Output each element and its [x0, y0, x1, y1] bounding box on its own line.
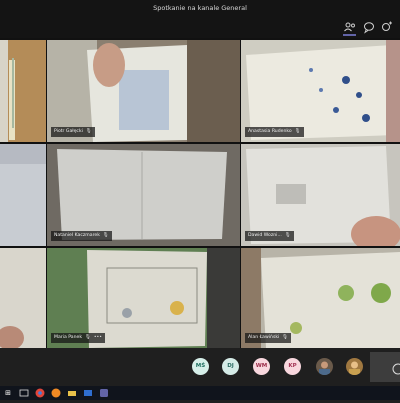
video-tile[interactable]: Maria Panek 🎙 •••: [47, 248, 240, 348]
mic-icon: 🎙: [85, 335, 91, 340]
participant-name: Anastasia Rudenko: [248, 129, 292, 134]
video-tile[interactable]: Anastasia Rudenko 🎙: [241, 40, 400, 142]
participant-name: Maria Panek: [54, 335, 82, 340]
avatar-photo[interactable]: [316, 358, 333, 375]
start-icon[interactable]: ⊞: [2, 387, 14, 399]
video-tile[interactable]: [0, 144, 46, 246]
participant-nametag: Nataniel Kaczmarek 🎙: [51, 231, 112, 241]
active-tab-indicator: [343, 34, 356, 36]
mail-icon[interactable]: [82, 387, 94, 399]
participant-nametag: Maria Panek 🎙 •••: [51, 333, 105, 343]
video-tile[interactable]: [0, 248, 46, 348]
video-tile[interactable]: Dawid Wozni... 🎙: [241, 144, 400, 246]
avatar-initials: DJ: [227, 363, 234, 369]
participants-icon[interactable]: [343, 20, 357, 34]
avatar-initials: KP: [288, 363, 297, 369]
participant-name: Nataniel Kaczmarek: [54, 233, 100, 238]
chrome-icon[interactable]: [34, 387, 46, 399]
avatar[interactable]: KP: [284, 358, 301, 375]
video-tile[interactable]: Nataniel Kaczmarek 🎙: [47, 144, 240, 246]
meeting-toolbar: [0, 18, 400, 38]
avatar[interactable]: WM: [253, 358, 270, 375]
participant-name: Dawid Wozni...: [248, 233, 282, 238]
participant-nametag: Alan Ławiński 🎙: [245, 333, 292, 343]
participant-nametag: Anastasia Rudenko 🎙: [245, 127, 304, 137]
mic-icon: 🎙: [282, 335, 289, 340]
firefox-icon[interactable]: [50, 387, 62, 399]
mic-icon: 🎙: [284, 233, 291, 238]
participant-nametag: Piotr Gałęcki 🎙: [51, 127, 95, 137]
mic-icon: 🎙: [294, 129, 301, 134]
window-title: Spotkanie na kanale General: [153, 4, 247, 12]
avatar-initials: MŚ: [195, 363, 206, 369]
self-video-preview[interactable]: [370, 352, 400, 382]
reactions-icon[interactable]: [380, 20, 394, 34]
video-tile[interactable]: Piotr Gałęcki 🎙: [47, 40, 240, 142]
teams-icon[interactable]: [98, 387, 110, 399]
mic-icon: 🎙: [85, 129, 92, 134]
avatar-initials: WM: [255, 363, 268, 369]
avatar-photo[interactable]: [346, 358, 363, 375]
mic-icon: 🎙: [102, 233, 109, 238]
file-explorer-icon[interactable]: [66, 387, 78, 399]
participant-name: Piotr Gałęcki: [54, 129, 83, 134]
participant-nametag: Dawid Wozni... 🎙: [245, 231, 294, 241]
more-options-icon[interactable]: •••: [94, 335, 102, 340]
task-view-icon[interactable]: [18, 387, 30, 399]
participant-name: Alan Ławiński: [248, 335, 280, 340]
video-tile[interactable]: Alan Ławiński 🎙: [241, 248, 400, 348]
video-tile[interactable]: [0, 40, 46, 142]
avatar[interactable]: DJ: [222, 358, 239, 375]
avatar[interactable]: MŚ: [192, 358, 209, 375]
chat-icon[interactable]: [362, 20, 376, 34]
